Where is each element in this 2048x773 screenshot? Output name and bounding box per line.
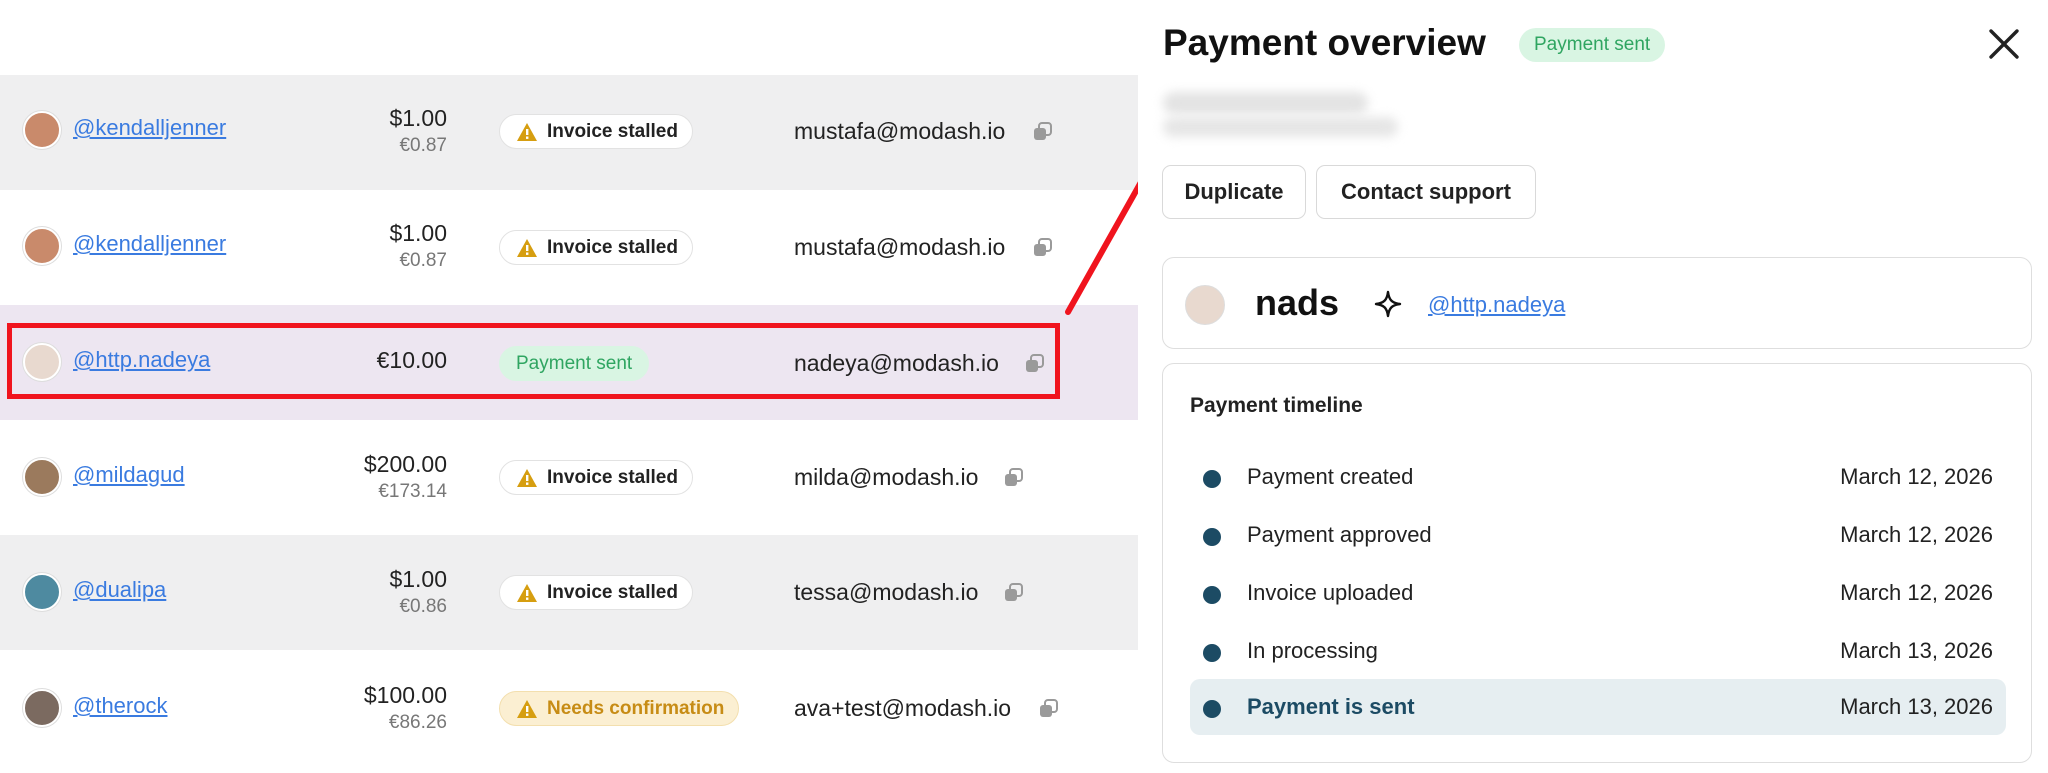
email: nadeya@modash.io	[794, 350, 999, 376]
warning-icon	[517, 238, 537, 257]
warning-icon	[517, 468, 537, 487]
table-row[interactable]: @kendalljenner $1.00 €0.87 Invoice stall…	[0, 190, 1138, 305]
status-badge: Needs confirmation	[499, 691, 740, 726]
creator-handle-link[interactable]: @therock	[73, 693, 167, 719]
status-badge: Invoice stalled	[499, 114, 693, 149]
redacted-info	[1163, 117, 1398, 137]
contact-support-button[interactable]: Contact support	[1316, 165, 1536, 219]
timeline-dot	[1203, 470, 1221, 488]
redacted-info	[1163, 92, 1368, 114]
avatar	[1185, 285, 1225, 325]
creator-handle-link[interactable]: @dualipa	[73, 577, 166, 603]
warning-icon	[517, 699, 537, 718]
amount: $200.00 €173.14	[363, 451, 447, 502]
creator-handle-link[interactable]: @http.nadeya	[73, 347, 210, 373]
warning-icon	[517, 583, 537, 602]
table-row[interactable]: @kendalljenner $1.00 €0.87 Invoice stall…	[0, 75, 1138, 190]
amount: $1.00 €0.87	[389, 220, 447, 271]
close-icon[interactable]	[1986, 26, 2022, 62]
warning-icon	[517, 122, 537, 141]
payment-overview-panel: Payment overview Payment sent Duplicate …	[1138, 0, 2048, 773]
timeline-item: Payment approved March 12, 2026	[1190, 507, 2006, 563]
avatar	[23, 227, 61, 265]
status-badge: Payment sent	[499, 346, 650, 381]
copy-icon[interactable]	[1037, 697, 1061, 721]
copy-icon[interactable]	[1002, 466, 1026, 490]
copy-icon[interactable]	[1002, 581, 1026, 605]
email: milda@modash.io	[794, 464, 979, 490]
amount: €10.00	[376, 347, 447, 373]
timeline-dot	[1203, 586, 1221, 604]
timeline-dot	[1203, 644, 1221, 662]
table-row[interactable]: @therock $100.00 €86.26 Needs confirmati…	[0, 650, 1138, 765]
avatar	[23, 458, 61, 496]
avatar	[23, 689, 61, 727]
amount: $1.00 €0.86	[389, 566, 447, 617]
email: tessa@modash.io	[794, 579, 979, 605]
table-row[interactable]: @mildagud $200.00 €173.14 Invoice stalle…	[0, 420, 1138, 535]
copy-icon[interactable]	[1031, 120, 1055, 144]
timeline-title: Payment timeline	[1190, 394, 1363, 417]
panel-title: Payment overview	[1163, 22, 1486, 63]
status-badge: Invoice stalled	[499, 575, 693, 610]
sparkle-icon	[1374, 290, 1402, 318]
copy-icon[interactable]	[1023, 352, 1047, 376]
status-badge: Invoice stalled	[499, 460, 693, 495]
creator-handle-link[interactable]: @kendalljenner	[73, 115, 226, 141]
email: mustafa@modash.io	[794, 234, 1006, 260]
status-badge: Invoice stalled	[499, 230, 693, 265]
creator-profile-card: nads @http.nadeya	[1162, 257, 2032, 349]
amount: $100.00 €86.26	[363, 682, 447, 733]
creator-handle-link[interactable]: @mildagud	[73, 462, 185, 488]
email: mustafa@modash.io	[794, 118, 1006, 144]
avatar	[23, 573, 61, 611]
avatar	[23, 111, 61, 149]
table-row[interactable]: @dualipa $1.00 €0.86 Invoice stalled tes…	[0, 535, 1138, 650]
creator-name: nads	[1255, 282, 1340, 323]
copy-icon[interactable]	[1031, 236, 1055, 260]
timeline-item: In processing March 13, 2026	[1190, 623, 2006, 679]
amount: $1.00 €0.87	[389, 105, 447, 156]
creator-handle-link[interactable]: @http.nadeya	[1428, 292, 1565, 318]
timeline-item-current: Payment is sent March 13, 2026	[1190, 679, 2006, 735]
duplicate-button[interactable]: Duplicate	[1162, 165, 1306, 219]
table-row-selected[interactable]: @http.nadeya €10.00 Payment sent nadeya@…	[0, 305, 1138, 420]
email: ava+test@modash.io	[794, 695, 1012, 721]
timeline-item: Invoice uploaded March 12, 2026	[1190, 565, 2006, 621]
timeline-item: Payment created March 12, 2026	[1190, 449, 2006, 505]
status-badge: Payment sent	[1519, 28, 1666, 62]
payment-timeline-card: Payment timeline Payment created March 1…	[1162, 363, 2032, 763]
timeline-dot	[1203, 700, 1221, 718]
creator-handle-link[interactable]: @kendalljenner	[73, 231, 226, 257]
avatar	[23, 343, 61, 381]
payments-table: @kendalljenner $1.00 €0.87 Invoice stall…	[0, 0, 1138, 773]
timeline-dot	[1203, 528, 1221, 546]
